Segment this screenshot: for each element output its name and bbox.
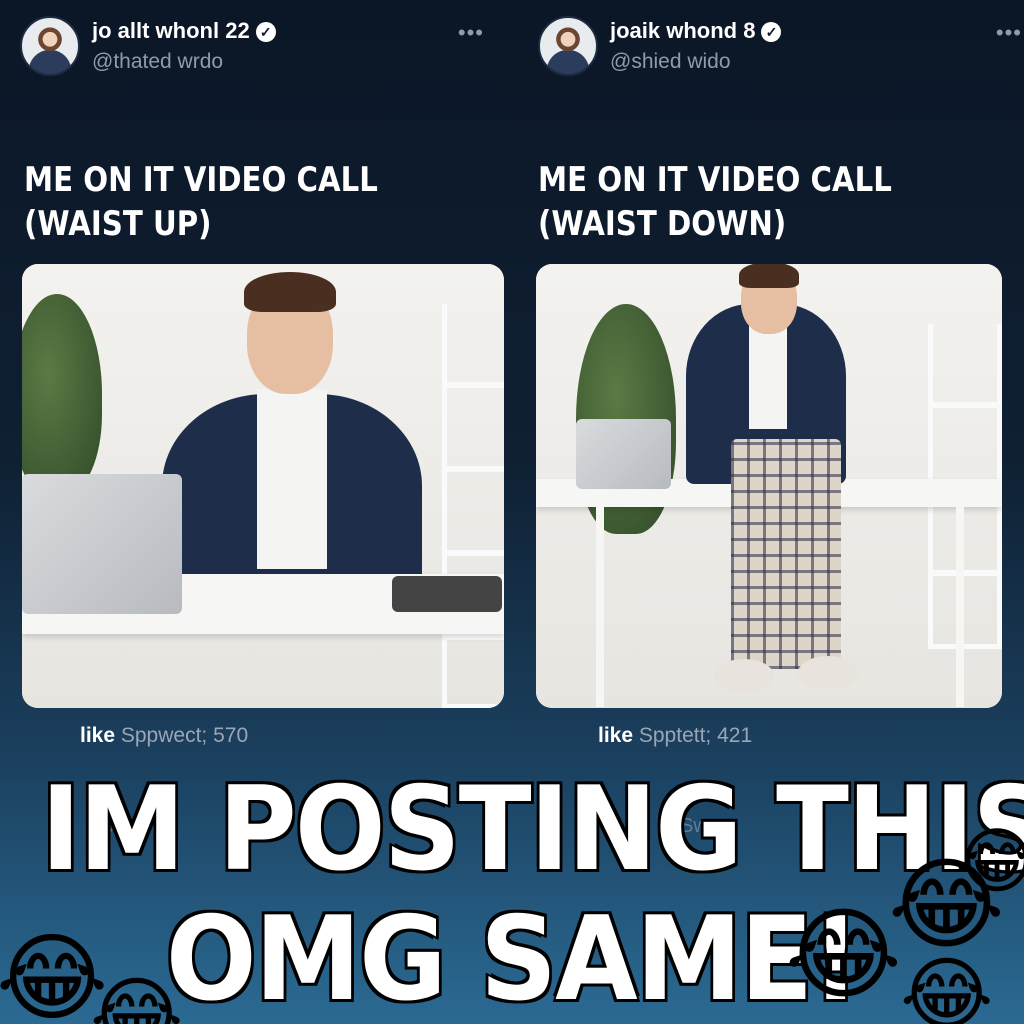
post-photo[interactable] (22, 264, 504, 708)
more-options-icon[interactable]: ••• (996, 20, 1022, 46)
more-options-icon[interactable]: ••• (458, 20, 484, 46)
caption-line-1: ME ON IT VIDEO CALL (24, 160, 378, 200)
post-header: joaik whond 8 ✓ @shied wido ••• (538, 14, 1021, 78)
post-photo[interactable] (536, 264, 1002, 708)
display-name-text[interactable]: joaik whond 8 (610, 18, 755, 43)
caption-line-2: (WAIST UP) (24, 204, 212, 244)
avatar[interactable] (538, 16, 598, 76)
photo-slipper-left (714, 659, 774, 693)
photo-laptop (22, 474, 182, 614)
photo-person-shirt (257, 389, 327, 569)
like-label: like (80, 724, 116, 747)
laughing-emoji-icon: 😂 (90, 968, 184, 1024)
like-count[interactable]: like Sppwect; 570 (80, 724, 248, 748)
laughing-emoji-icon: 😂 (900, 948, 994, 1024)
caption-line-1: ME ON IT VIDEO CALL (538, 160, 892, 200)
avatar[interactable] (20, 16, 80, 76)
username[interactable]: @shied wido (610, 50, 731, 74)
display-name[interactable]: jo allt whonl 22 ✓ (92, 18, 276, 44)
photo-desk-leg (956, 507, 964, 707)
display-name[interactable]: joaik whond 8 ✓ (610, 18, 782, 44)
overlay-line-1: IM POSTING THIS (39, 762, 1024, 897)
photo-person-pajama-pants (731, 439, 841, 669)
photo-slipper-right (798, 656, 858, 690)
photo-person-hair (244, 272, 336, 312)
like-count-text: Sppwect; 570 (120, 724, 249, 747)
username[interactable]: @thated wrdo (92, 50, 223, 74)
post-caption: ME ON IT VIDEO CALL (WAIST UP) (24, 158, 378, 246)
laughing-emoji-icon: 😂 (785, 896, 902, 1013)
laughing-emoji-icon: 😂 (955, 819, 1024, 903)
like-count[interactable]: like Spptett; 421 (598, 724, 752, 748)
verified-badge-icon: ✓ (255, 22, 276, 42)
photo-shelf (442, 304, 504, 708)
post-header: jo allt whonl 22 ✓ @thated wrdo ••• (20, 14, 492, 78)
caption-line-2: (WAIST DOWN) (538, 204, 787, 244)
like-count-text: Spptett; 421 (638, 724, 753, 747)
photo-laptop (576, 419, 671, 489)
like-label: like (598, 724, 634, 747)
photo-tablet (392, 576, 502, 612)
display-name-text[interactable]: jo allt whonl 22 (92, 18, 250, 43)
verified-badge-icon: ✓ (761, 22, 782, 42)
post-caption: ME ON IT VIDEO CALL (WAIST DOWN) (538, 158, 892, 246)
photo-desk-leg (596, 507, 604, 707)
photo-person-hair (739, 264, 799, 288)
